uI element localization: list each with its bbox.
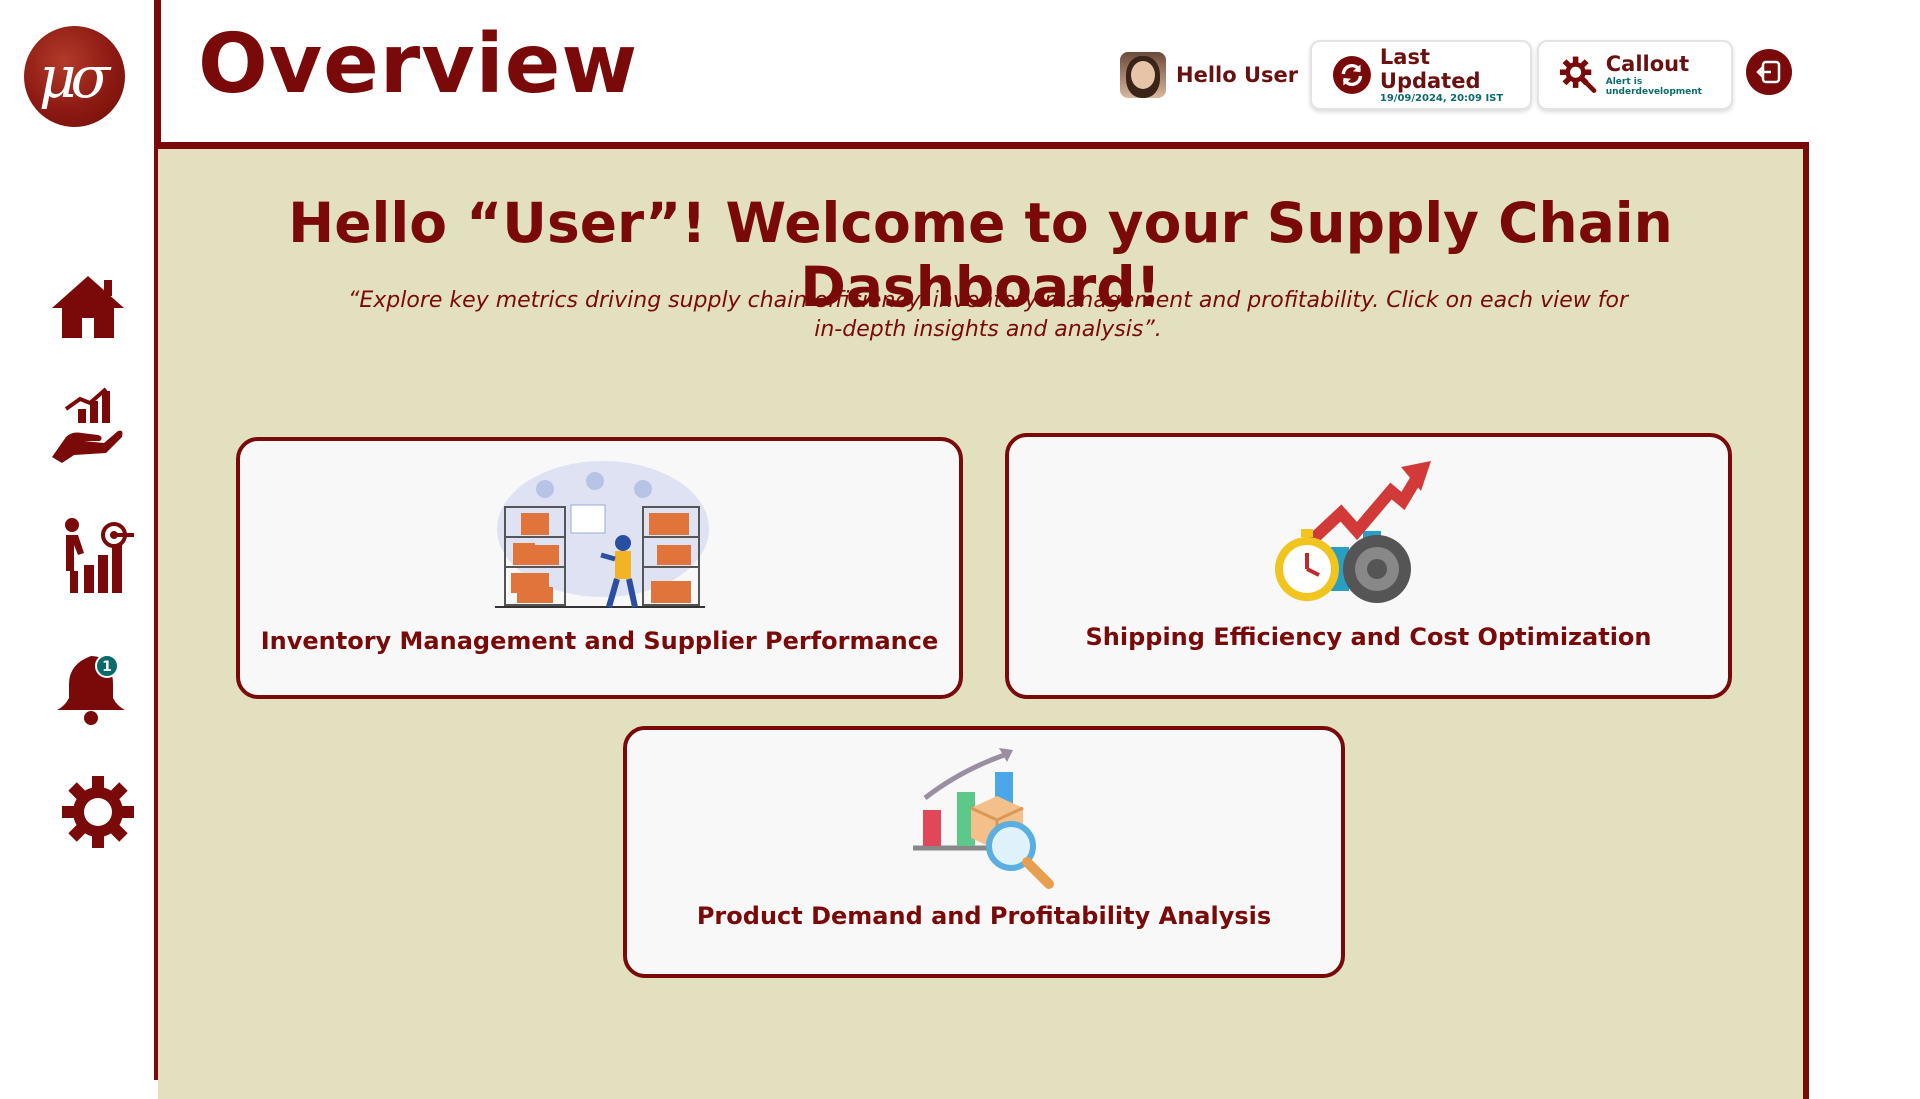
refresh-icon: [1332, 56, 1371, 94]
avatar: [1120, 52, 1166, 98]
last-updated-label: Last Updated: [1379, 45, 1481, 93]
home-icon: [52, 276, 124, 338]
nav-performance[interactable]: [48, 385, 128, 465]
user-greeting[interactable]: Hello User: [1120, 52, 1298, 98]
user-greeting-label: Hello User: [1176, 63, 1299, 87]
growth-target-icon: [65, 518, 134, 593]
nav-growth[interactable]: [58, 515, 138, 595]
alert-badge-count: 1: [102, 659, 112, 675]
nav-alerts[interactable]: 1: [55, 650, 135, 730]
tile-shipping-label: Shipping Efficiency and Cost Optimizatio…: [1085, 623, 1652, 651]
logo-text: μσ: [38, 42, 110, 111]
brand-logo[interactable]: μσ: [24, 26, 125, 127]
tile-inventory-management[interactable]: Inventory Management and Supplier Perfor…: [236, 437, 963, 699]
demand-analysis-icon: [913, 748, 1054, 889]
welcome-subtitle: “Explore key metrics driving supply chai…: [347, 288, 1629, 342]
last-updated-value: 19/09/2024, 20:09 IST: [1379, 92, 1504, 104]
gear-icon: [62, 776, 134, 848]
callout-label: Callout: [1605, 52, 1690, 77]
sidebar: μσ 1: [0, 0, 156, 1080]
tile-demand-label: Product Demand and Profitability Analysi…: [696, 902, 1272, 930]
page-title: Overview: [198, 17, 639, 112]
logout-icon: [1756, 60, 1781, 84]
gear-search-icon: [1559, 56, 1597, 93]
nav-home[interactable]: [48, 268, 128, 348]
logout-button[interactable]: [1746, 49, 1792, 95]
last-updated-card[interactable]: Last Updated 19/09/2024, 20:09 IST: [1310, 40, 1532, 110]
callout-card[interactable]: Callout Alert is underdevelopment: [1537, 40, 1733, 110]
warehouse-icon: [495, 461, 709, 608]
bell-icon: 1: [57, 654, 125, 725]
stopwatch-growth-icon: [1275, 461, 1431, 603]
tile-inventory-label: Inventory Management and Supplier Perfor…: [260, 627, 939, 655]
tile-shipping-efficiency[interactable]: Shipping Efficiency and Cost Optimizatio…: [1005, 433, 1732, 699]
hand-chart-icon: [52, 387, 123, 463]
callout-status: Alert is underdevelopment: [1605, 76, 1702, 97]
tile-product-demand[interactable]: Product Demand and Profitability Analysi…: [623, 726, 1345, 978]
main-panel: Hello “User”! Welcome to your Supply Cha…: [158, 142, 1809, 1099]
nav-settings[interactable]: [58, 772, 138, 852]
